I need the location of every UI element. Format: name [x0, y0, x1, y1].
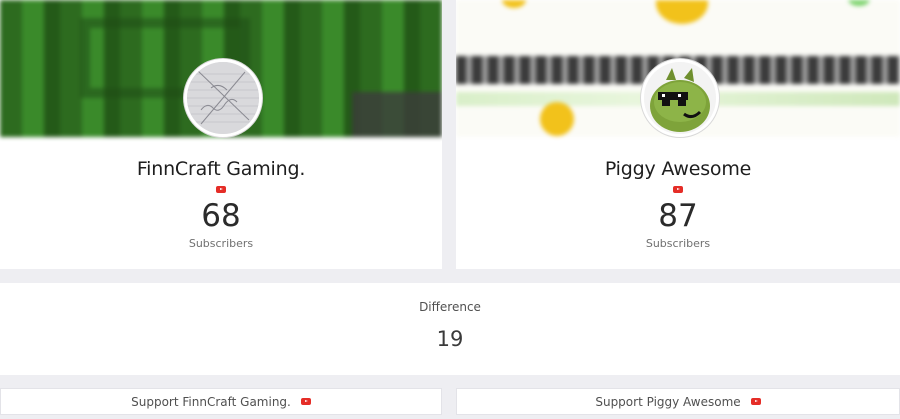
channel-name: Piggy Awesome	[604, 158, 752, 180]
youtube-icon	[300, 398, 311, 405]
difference-label: Difference	[419, 300, 481, 314]
support-button-label: Support Piggy Awesome	[595, 394, 741, 409]
channel-avatar[interactable]	[641, 59, 719, 137]
support-piggy-awesome-button[interactable]: Support Piggy Awesome	[456, 388, 900, 415]
subscriber-count: 87	[658, 198, 698, 234]
difference-panel: Difference 19	[0, 283, 900, 375]
youtube-icon[interactable]	[673, 186, 683, 193]
support-finncraft-button[interactable]: Support FinnCraft Gaming.	[0, 388, 442, 415]
support-button-label: Support FinnCraft Gaming.	[131, 394, 291, 409]
youtube-icon[interactable]	[216, 186, 226, 193]
youtube-icon	[750, 398, 761, 405]
subscriber-count-label: Subscribers	[645, 237, 711, 250]
difference-value: 19	[436, 327, 464, 351]
green-pig-avatar-icon	[644, 62, 716, 134]
channel-card-finncraft: FinnCraft Gaming. 68 Subscribers	[0, 0, 442, 269]
subscriber-count: 68	[201, 198, 241, 234]
sketch-avatar-icon	[187, 62, 259, 134]
channel-card-piggy-awesome: Piggy Awesome 87 Subscribers	[456, 0, 900, 269]
subscriber-comparison-page: FinnCraft Gaming. 68 Subscribers Piggy A…	[0, 0, 900, 419]
channel-avatar[interactable]	[184, 59, 262, 137]
channel-name: FinnCraft Gaming.	[136, 158, 306, 180]
subscriber-count-label: Subscribers	[188, 237, 254, 250]
